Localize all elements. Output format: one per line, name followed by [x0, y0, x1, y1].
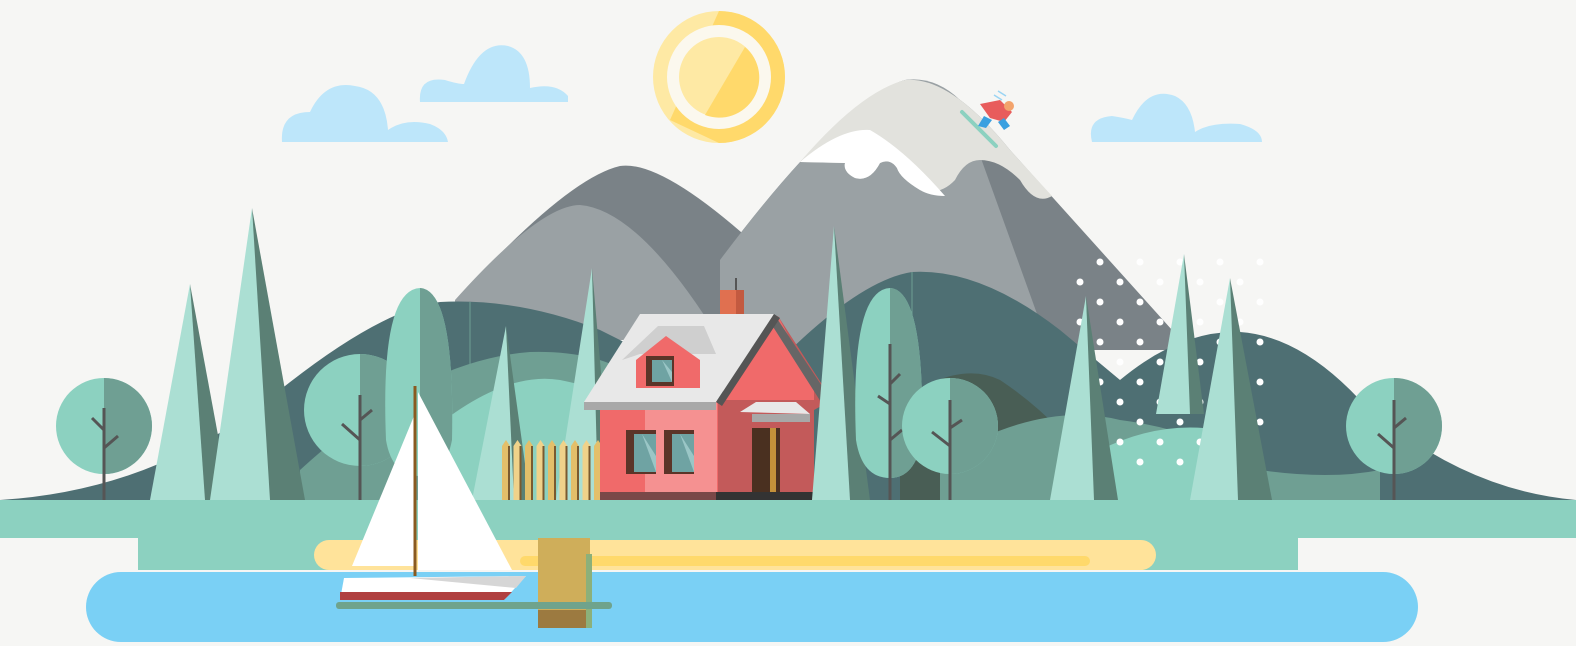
scene [0, 0, 1576, 646]
fence-picket-shadow [554, 446, 556, 500]
window-right [664, 430, 694, 474]
window-left [626, 430, 656, 474]
snowflake [1096, 258, 1104, 266]
snowflake [1196, 318, 1204, 326]
snowflake [1156, 318, 1164, 326]
landscape-illustration [0, 11, 1576, 642]
snowflake [1256, 298, 1264, 306]
snowflake [1096, 338, 1104, 346]
door [752, 428, 780, 494]
snowflake [1196, 278, 1204, 286]
snowflake [1156, 358, 1164, 366]
snowflake [1256, 378, 1264, 386]
snowflake [1076, 278, 1084, 286]
snowflake [1136, 258, 1144, 266]
snowflake [1256, 258, 1264, 266]
cloud-middle [419, 45, 568, 102]
snowflake [1136, 418, 1144, 426]
fence-picket-shadow [588, 446, 591, 500]
fence-picket-shadow [577, 446, 579, 500]
snowflake [1136, 378, 1144, 386]
snowflake [1116, 438, 1124, 446]
pier [538, 538, 592, 628]
snowflake [1136, 298, 1144, 306]
fence-picket-shadow [565, 446, 568, 500]
snowflake [1116, 318, 1124, 326]
fence-picket-shadow [542, 446, 545, 500]
snowflake [1136, 458, 1144, 466]
fence-picket-shadow [519, 446, 522, 500]
pine-tree-left-tall [210, 208, 305, 500]
snowflake [1176, 418, 1184, 426]
snowflake [1116, 358, 1124, 366]
snowflake [1116, 278, 1124, 286]
snowflake [1096, 298, 1104, 306]
lake [86, 572, 1418, 642]
snowflake [1176, 458, 1184, 466]
sun [653, 11, 785, 143]
fence-picket-shadow [508, 446, 510, 500]
snowflake [1136, 338, 1144, 346]
snowflake [1236, 278, 1244, 286]
snowflake [1156, 438, 1164, 446]
cloud-right [1090, 93, 1262, 142]
snowflake [1216, 298, 1224, 306]
snowflake [1216, 258, 1224, 266]
snowflake [1256, 338, 1264, 346]
fence-picket-shadow [531, 446, 533, 500]
snowflake [1156, 278, 1164, 286]
snowflake [1116, 398, 1124, 406]
